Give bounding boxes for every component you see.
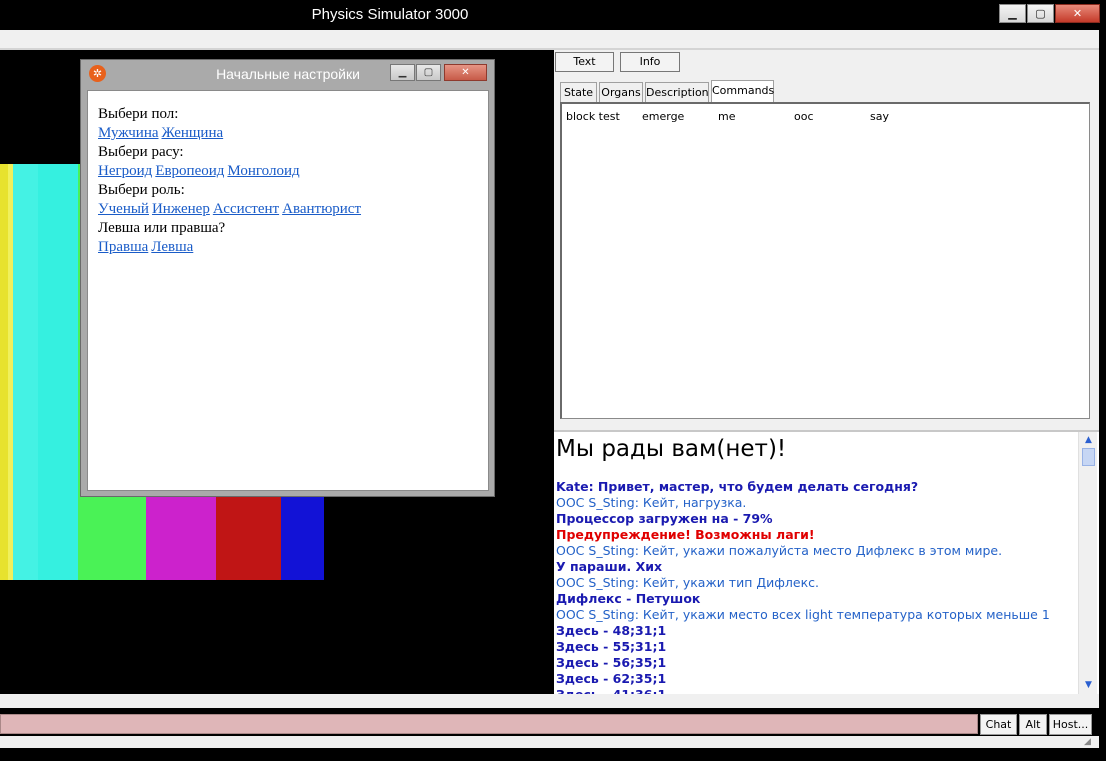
dialog-options-row: Негроид Европеоид Монголоид — [98, 162, 478, 181]
dialog-question: Выбери пол: — [98, 106, 179, 122]
scroll-up-icon[interactable]: ▲ — [1081, 433, 1096, 447]
dialog-option-link[interactable]: Негроид — [98, 163, 152, 179]
dialog-option-link[interactable]: Европеоид — [155, 163, 224, 179]
status-strip-lower — [0, 736, 1099, 748]
dialog-question: Выбери расу: — [98, 144, 184, 160]
dialog-option-link[interactable]: Монголоид — [227, 163, 299, 179]
scroll-thumb[interactable] — [1082, 448, 1095, 466]
dialog-option-link[interactable]: Женщина — [162, 125, 224, 141]
command-block-test[interactable]: block test — [566, 110, 620, 123]
resize-grip-icon[interactable]: ◢ — [1084, 736, 1098, 748]
welcome-message: Мы рады вам(нет)! — [556, 436, 787, 462]
color-bar — [38, 164, 78, 580]
chat-output: Мы рады вам(нет)! Kate: Привет, мастер, … — [554, 430, 1099, 694]
dialog-option-link[interactable]: Авантюрист — [282, 201, 361, 217]
dialog-question: Выбери роль: — [98, 182, 185, 198]
chat-message: Здесь - 55;31;1 — [556, 639, 667, 654]
window-titlebar: Physics Simulator 3000 ▁ ▢ ✕ — [0, 0, 1106, 30]
scroll-down-icon[interactable]: ▼ — [1081, 678, 1096, 692]
close-button[interactable]: ✕ — [1055, 4, 1100, 23]
color-bar — [0, 164, 8, 580]
menu-bar — [0, 30, 1099, 48]
dialog-option-link[interactable]: Ассистент — [213, 201, 279, 217]
command-say[interactable]: say — [870, 110, 889, 123]
chat-message: OOC S_Sting: Кейт, укажи тип Дифлекс. — [556, 575, 820, 590]
dialog-option-link[interactable]: Инженер — [152, 201, 210, 217]
tab-organs[interactable]: Organs — [599, 82, 643, 102]
dialog-minimize-button[interactable]: ▁ — [390, 64, 415, 81]
chat-message: Здесь - 56;35;1 — [556, 655, 667, 670]
dialog-question: Левша или правша? — [98, 220, 226, 236]
alt-button[interactable]: Alt — [1019, 714, 1047, 735]
tab-description[interactable]: Description — [645, 82, 709, 102]
input-bar: Chat Alt Host... ◢ — [0, 694, 1099, 761]
color-bar — [13, 164, 38, 580]
minimize-button[interactable]: ▁ — [999, 4, 1026, 23]
dialog-close-button[interactable]: ✕ — [444, 64, 487, 81]
dialog-options-row: Ученый Инженер Ассистент Авантюрист — [98, 200, 478, 219]
host-button[interactable]: Host... — [1049, 714, 1092, 735]
dialog-titlebar[interactable]: ✲ Начальные настройки ▁ ▢ ✕ — [81, 60, 494, 88]
chat-message: Здесь - 62;35;1 — [556, 671, 667, 686]
dialog-option-link[interactable]: Левша — [151, 239, 193, 255]
commands-list: block test emerge me ooc say — [560, 102, 1090, 419]
chat-message: Здесь - 41;36;1 — [556, 687, 666, 694]
dialog-maximize-button[interactable]: ▢ — [416, 64, 441, 81]
window-title: Physics Simulator 3000 — [311, 6, 469, 23]
initial-settings-dialog: ✲ Начальные настройки ▁ ▢ ✕ Выбери пол: М… — [80, 59, 495, 497]
tab-commands[interactable]: Commands — [711, 80, 774, 102]
command-me[interactable]: me — [718, 110, 735, 123]
dialog-options-row: Правша Левша — [98, 238, 478, 257]
chat-message: Здесь - 48;31;1 — [556, 623, 667, 638]
chat-message: Дифлекс - Петушок — [556, 591, 701, 606]
command-ooc[interactable]: ooc — [794, 110, 814, 123]
chat-message: Kate: Привет, мастер, что будем делать с… — [556, 479, 919, 494]
info-button[interactable]: Info — [620, 52, 680, 72]
dialog-options-row: Мужчина Женщина — [98, 124, 478, 143]
dialog-option-link[interactable]: Ученый — [98, 201, 149, 217]
chat-message: OOC S_Sting: Кейт, укажи место всех ligh… — [556, 607, 1050, 622]
dialog-body: Выбери пол: Мужчина Женщина Выбери расу: Нег… — [87, 90, 489, 491]
tab-state[interactable]: State — [560, 82, 597, 102]
chat-message: Процессор загружен на - 79% — [556, 511, 773, 526]
chat-message: OOC S_Sting: Кейт, нагрузка. — [556, 495, 747, 510]
chat-message: Предупреждение! Возможны лаги! — [556, 527, 815, 542]
chat-input[interactable] — [0, 714, 978, 734]
chat-message: У параши. Хих — [556, 559, 663, 574]
chat-scrollbar[interactable]: ▲ ▼ — [1078, 432, 1097, 694]
text-button[interactable]: Text — [555, 52, 614, 72]
status-strip — [0, 694, 1099, 708]
chat-message: OOC S_Sting: Кейт, укажи пожалуйста мест… — [556, 543, 1003, 558]
chat-button[interactable]: Chat — [980, 714, 1017, 735]
maximize-button[interactable]: ▢ — [1027, 4, 1054, 23]
dialog-option-link[interactable]: Мужчина — [98, 125, 159, 141]
command-emerge[interactable]: emerge — [642, 110, 684, 123]
app-logo-icon: ✲ — [89, 65, 106, 82]
window-edge — [1099, 30, 1106, 761]
dialog-option-link[interactable]: Правша — [98, 239, 148, 255]
info-panel: Text Info State Organs Description Comma… — [554, 50, 1099, 430]
